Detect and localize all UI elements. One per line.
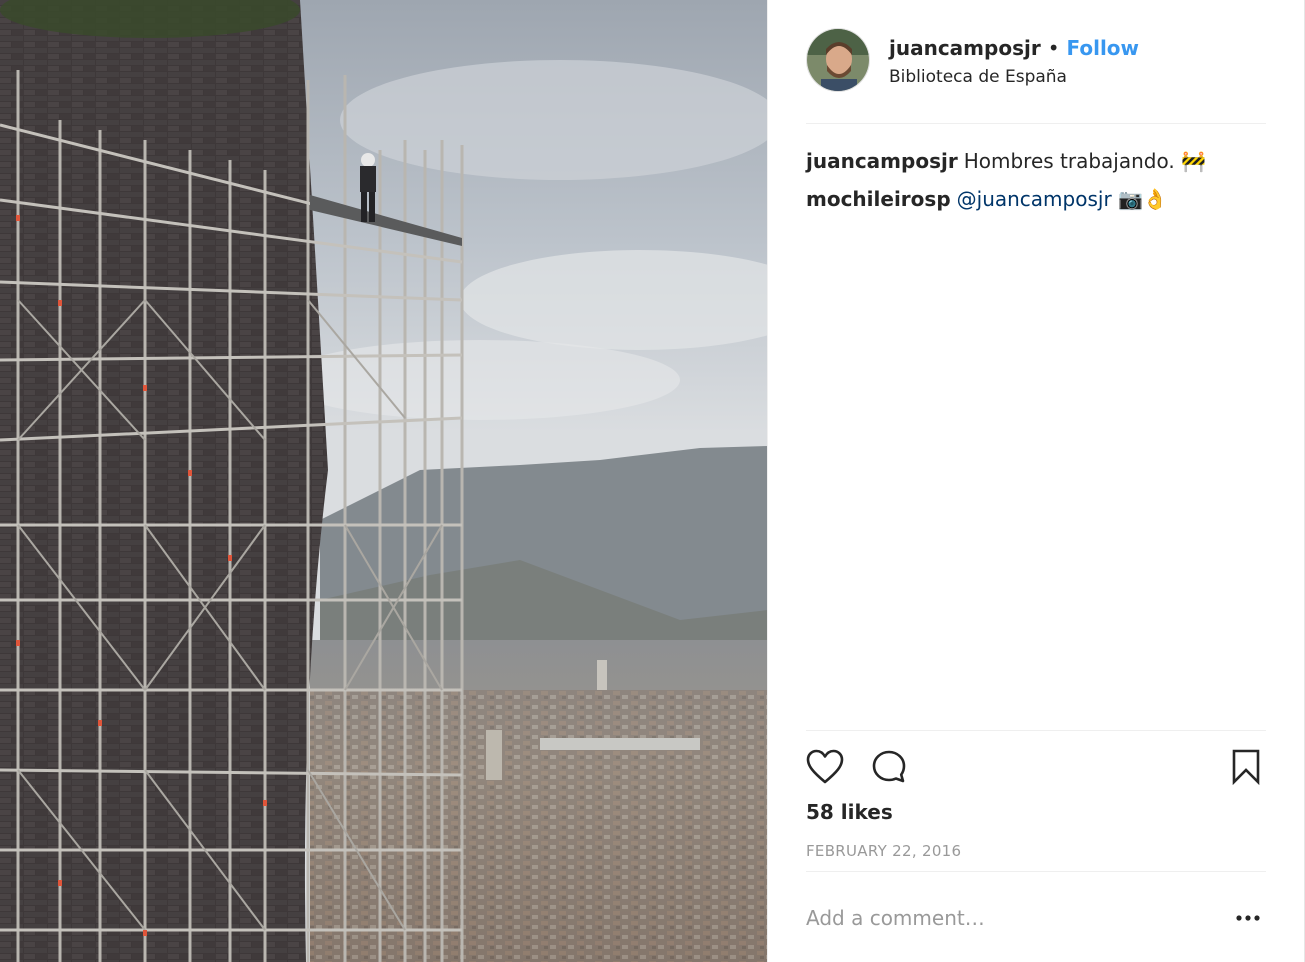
save-button[interactable] — [1226, 747, 1266, 787]
separator-dot: • — [1047, 36, 1060, 60]
location-link[interactable]: Biblioteca de España — [889, 67, 1067, 87]
post-sidebar: juancamposjr • Follow Biblioteca de Espa… — [768, 0, 1305, 962]
photo-scaffolding — [0, 0, 768, 962]
user-avatar-icon — [807, 29, 869, 91]
post-header: juancamposjr • Follow Biblioteca de Espa… — [806, 28, 1266, 124]
post-photo[interactable] — [0, 0, 768, 962]
more-options-icon — [1236, 915, 1260, 921]
actions-divider — [806, 730, 1266, 731]
add-comment-bar — [806, 871, 1266, 962]
post-date[interactable]: FEBRUARY 22, 2016 — [806, 842, 961, 860]
like-button[interactable] — [805, 747, 845, 787]
comment-button[interactable] — [869, 747, 909, 787]
header-user-line: juancamposjr • Follow — [889, 36, 1139, 60]
like-count[interactable]: 58 likes — [806, 800, 893, 824]
comment-username[interactable]: juancamposjr — [806, 149, 958, 173]
heart-icon — [806, 749, 844, 784]
follow-button[interactable]: Follow — [1067, 36, 1140, 60]
more-options-button[interactable] — [1230, 902, 1266, 934]
instagram-post: juancamposjr • Follow Biblioteca de Espa… — [0, 0, 1305, 962]
comment-text: Hombres trabajando. — [963, 149, 1175, 173]
comment-username[interactable]: mochileirosp — [806, 187, 951, 211]
comment-mention[interactable]: @juancamposjr — [957, 187, 1112, 211]
comment-item: mochileirosp @juancamposjr 📷👌 — [806, 180, 1266, 218]
comment-icon — [872, 750, 906, 783]
add-comment-input[interactable] — [806, 902, 1226, 934]
comment-list: juancamposjr Hombres trabajando. 🚧 mochil… — [806, 142, 1266, 218]
header-username[interactable]: juancamposjr — [889, 36, 1041, 60]
comment-item: juancamposjr Hombres trabajando. 🚧 — [806, 142, 1266, 180]
bookmark-icon — [1232, 749, 1260, 785]
construction-emoji: 🚧 — [1181, 149, 1206, 173]
camera-ok-emoji: 📷👌 — [1118, 187, 1168, 211]
avatar[interactable] — [806, 28, 870, 92]
